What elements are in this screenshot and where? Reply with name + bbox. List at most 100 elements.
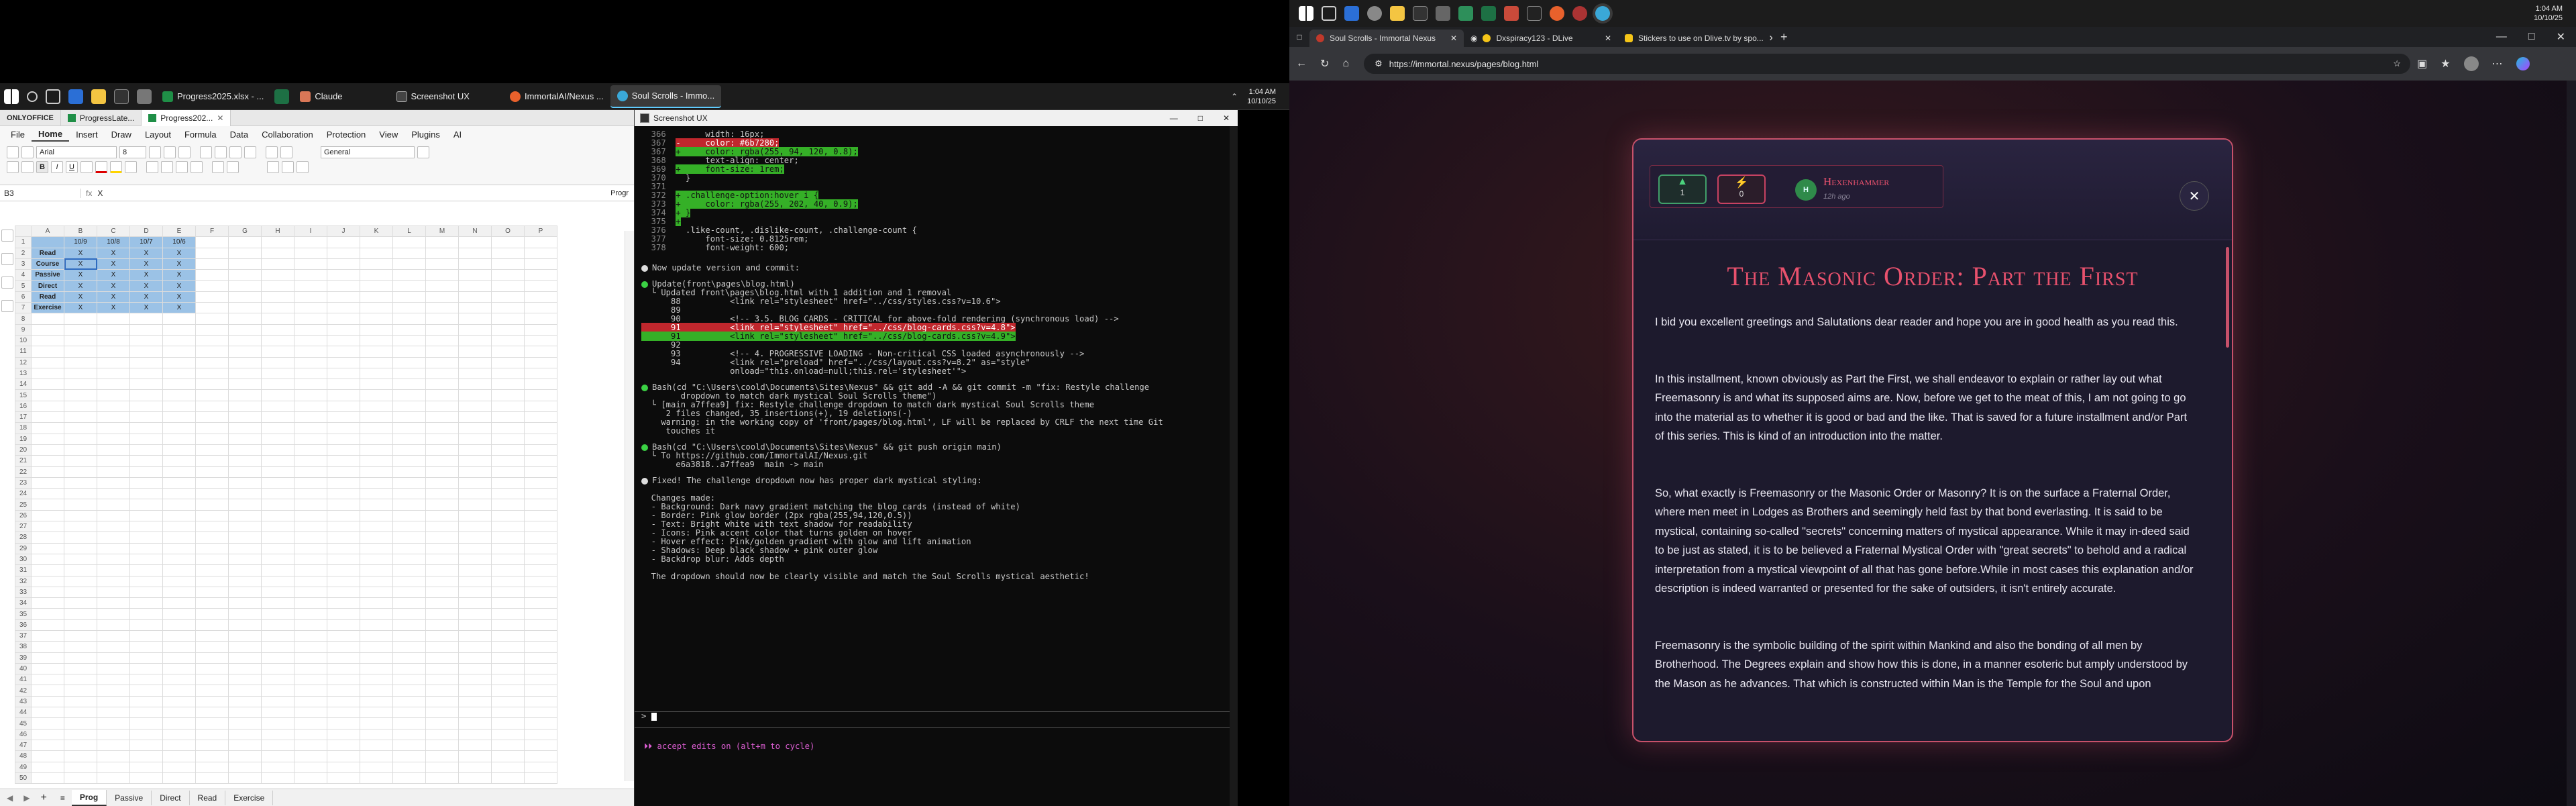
sheet-cell[interactable] (294, 652, 327, 664)
sheet-cell[interactable] (129, 608, 163, 620)
row-header[interactable]: 43 (15, 695, 32, 708)
row-header[interactable]: 45 (15, 717, 32, 729)
sheet-cell[interactable] (524, 411, 557, 423)
sheet-cell[interactable] (392, 488, 426, 500)
sheet-cell[interactable] (425, 619, 459, 631)
terminal-icon[interactable] (1413, 6, 1428, 21)
sheet-cell[interactable] (97, 411, 130, 423)
sheet-cell[interactable] (261, 750, 294, 762)
sheet-cell[interactable] (458, 466, 492, 478)
sheet-cell[interactable] (228, 695, 262, 708)
sheet-cell[interactable] (425, 356, 459, 368)
col-header[interactable]: E (162, 225, 196, 238)
sheet-cell[interactable] (458, 400, 492, 413)
sheet-cell[interactable] (360, 466, 393, 478)
sheet-cell[interactable] (97, 717, 130, 729)
sheet-cell[interactable] (458, 444, 492, 456)
sheet-cell[interactable] (392, 379, 426, 391)
image-icon[interactable] (280, 146, 292, 158)
sheet-cell[interactable] (228, 674, 262, 686)
font-family-select[interactable]: Arial (36, 146, 117, 158)
sheet-cell[interactable] (195, 728, 229, 740)
sheet-cell[interactable] (64, 685, 97, 697)
sheet-cell[interactable] (195, 685, 229, 697)
sheet-cell[interactable] (228, 750, 262, 762)
sheet-cell[interactable]: X (97, 269, 130, 281)
sheet-cell[interactable] (294, 247, 327, 259)
spreadsheet-grid[interactable]: A B C D E F G H I J K L M N O P 1 10/9 10/8 10/7 10/6 2 Read X X… (15, 225, 649, 785)
sheet-cell[interactable] (97, 564, 130, 576)
sheet-cell[interactable] (31, 662, 64, 675)
sheet-cell[interactable] (162, 389, 196, 401)
sheet-cell[interactable] (327, 291, 360, 303)
sheet-cell[interactable] (97, 521, 130, 533)
sheet-cell[interactable] (195, 476, 229, 489)
sheet-cell[interactable]: X (129, 247, 163, 259)
sheet-cell[interactable] (491, 761, 525, 773)
browser-tab-stickers[interactable]: Stickers to use on Dlive.tv by spo... ✕ (1618, 30, 1772, 47)
sheet-cell[interactable] (31, 334, 64, 347)
sheet-cell[interactable] (425, 236, 459, 248)
sheet-cell[interactable] (425, 750, 459, 762)
sheet-cell[interactable] (64, 444, 97, 456)
sheet-cell[interactable] (458, 379, 492, 391)
sheet-cell[interactable] (327, 662, 360, 675)
sheet-cell[interactable] (261, 433, 294, 445)
settings-icon[interactable] (1367, 6, 1382, 21)
sheet-cell[interactable] (195, 269, 229, 281)
sheet-cell[interactable] (524, 258, 557, 270)
sheet-cell[interactable] (360, 652, 393, 664)
sheet-cell[interactable] (64, 367, 97, 380)
sheet-cell[interactable] (425, 575, 459, 587)
fill-color-icon[interactable] (110, 161, 122, 173)
sheet-cell[interactable]: X (162, 302, 196, 314)
sheet-cell[interactable]: X (64, 258, 97, 270)
sheet-table[interactable]: A B C D E F G H I J K L M N O P 1 10/9 10/8 10/7 10/6 2 Read X X… (15, 225, 557, 785)
col-header[interactable]: I (294, 225, 327, 238)
sheet-cell[interactable] (64, 532, 97, 544)
sheet-cell[interactable]: X (129, 258, 163, 270)
sheet-cell[interactable] (458, 476, 492, 489)
chart-icon[interactable] (227, 161, 239, 173)
sheet-cell[interactable] (195, 674, 229, 686)
sheet-cell[interactable] (491, 629, 525, 642)
sheet-tab-exercise[interactable]: Exercise (225, 790, 274, 805)
minimize-icon[interactable]: — (2485, 31, 2518, 43)
sheet-cell[interactable] (195, 597, 229, 609)
sheet-cell[interactable] (524, 761, 557, 773)
sheet-cell[interactable] (228, 761, 262, 773)
sheet-cell[interactable] (360, 717, 393, 729)
sheet-cell[interactable] (458, 247, 492, 259)
sheet-cell[interactable] (64, 761, 97, 773)
sheet-cell[interactable] (360, 346, 393, 358)
sheet-cell[interactable] (162, 542, 196, 554)
sheet-cell[interactable] (392, 707, 426, 719)
number-format-select[interactable]: General (321, 146, 415, 158)
sheet-cell[interactable] (360, 258, 393, 270)
sheet-cell[interactable] (327, 717, 360, 729)
sheet-cell[interactable] (392, 433, 426, 445)
sheet-cell[interactable] (458, 662, 492, 675)
sheet-cell[interactable] (228, 433, 262, 445)
sheet-cell[interactable] (228, 466, 262, 478)
sheet-cell[interactable] (458, 302, 492, 314)
sheet-cell[interactable] (97, 542, 130, 554)
sheet-cell[interactable] (129, 367, 163, 380)
sheet-cell[interactable] (129, 313, 163, 325)
sheet-cell[interactable] (524, 532, 557, 544)
sheet-cell[interactable] (64, 564, 97, 576)
sheet-cell[interactable]: X (162, 291, 196, 303)
align-center-icon[interactable] (161, 161, 173, 173)
sheet-cell[interactable] (524, 433, 557, 445)
row-header[interactable]: 16 (15, 400, 32, 413)
sheet-cell[interactable] (458, 695, 492, 708)
copilot-icon[interactable] (2516, 57, 2530, 70)
sheet-cell[interactable] (524, 586, 557, 599)
sheet-cell[interactable] (425, 400, 459, 413)
sheet-cell[interactable]: X (129, 269, 163, 281)
change-case-icon[interactable] (178, 146, 191, 158)
sheet-cell[interactable] (458, 433, 492, 445)
row-header[interactable]: 41 (15, 674, 32, 686)
sheet-cell[interactable]: X (97, 302, 130, 314)
sheet-cell[interactable] (392, 313, 426, 325)
